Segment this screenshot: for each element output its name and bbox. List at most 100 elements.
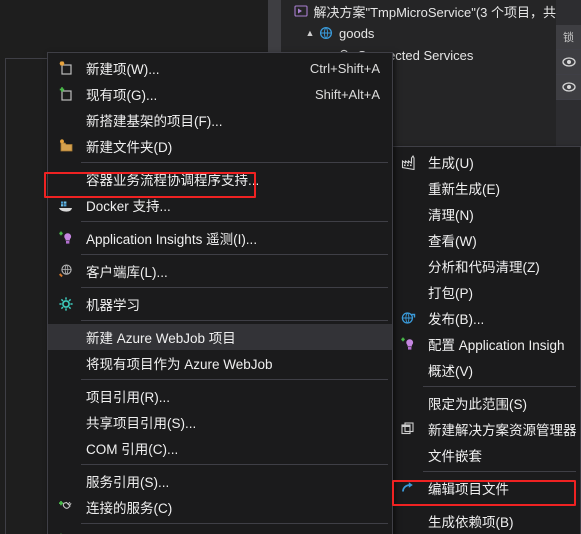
menu-item[interactable]: 限定为此范围(S)	[390, 390, 580, 416]
menu-item[interactable]: 清理(N)	[390, 201, 580, 227]
menu-separator	[81, 287, 388, 288]
menu-separator	[81, 221, 388, 222]
docker-icon	[52, 197, 80, 213]
existing-item-icon	[59, 87, 72, 101]
client-library-icon	[59, 264, 72, 278]
menu-item[interactable]: Application Insights 遥测(I)...	[48, 225, 392, 251]
menu-item-label: 发布(B)...	[428, 312, 485, 327]
project-context-menu[interactable]: 生成(U) 重新生成(E) 清理(N) 查看(W) 分析和代码清理(Z) 打包(P) 发布(…	[389, 146, 581, 534]
menu-item[interactable]: COM 引用(C)...	[48, 435, 392, 461]
menu-item-label: 概述(V)	[428, 364, 473, 379]
tree-item[interactable]: 解决方案"TmpMicroService"(3 个项目，共	[281, 0, 556, 22]
menu-item[interactable]: 查看(W)	[390, 227, 580, 253]
menu-item-label: COM 引用(C)...	[86, 442, 179, 457]
menu-item-label: 连接的服务(C)	[86, 501, 173, 516]
expander-icon[interactable]: ▲	[303, 28, 317, 38]
menu-item[interactable]: 生成(U)	[390, 149, 580, 175]
rail-item-eye-2[interactable]	[556, 75, 581, 100]
menu-item-label: 分析和代码清理(Z)	[428, 260, 540, 275]
menu-item-label: 新建文件夹(D)	[86, 140, 173, 155]
menu-item-label: 现有项(G)...	[86, 88, 158, 103]
menu-item-label: 客户端库(L)...	[86, 265, 168, 280]
menu-item[interactable]: 分析和代码清理(Z)	[390, 253, 580, 279]
app-insights-icon	[401, 337, 414, 350]
new-folder-icon	[60, 139, 73, 152]
menu-item[interactable]: 共享项目引用(S)...	[48, 409, 392, 435]
menu-separator	[81, 254, 388, 255]
tree-item-label: 解决方案"TmpMicroService"(3 个项目，共	[313, 4, 556, 20]
menu-item-label: 新建项(W)...	[86, 62, 160, 77]
menu-item-label: 编辑项目文件	[428, 482, 509, 497]
new-item-icon	[52, 60, 80, 76]
edit-project-icon	[402, 482, 413, 492]
machine-learning-icon	[59, 297, 73, 311]
menu-item-accelerator: Ctrl+Shift+A	[309, 60, 380, 76]
menu-separator	[81, 320, 388, 321]
menu-separator	[423, 471, 576, 472]
menu-item[interactable]: 项目引用(R)...	[48, 383, 392, 409]
menu-item-label: 文件嵌套	[428, 449, 482, 464]
menu-item-label: 新建 Azure WebJob 项目	[86, 331, 236, 346]
app-insights-icon	[394, 336, 422, 352]
menu-item[interactable]: 机器学习	[48, 291, 392, 317]
existing-item-icon	[52, 86, 80, 102]
visual-studio-window: 解决方案"TmpMicroService"(3 个项目，共 ▲ goods Conne…	[0, 0, 581, 534]
menu-item[interactable]: 打包(P)	[390, 279, 580, 305]
menu-item-label: 新搭建基架的项目(F)...	[86, 114, 223, 129]
menu-item[interactable]: 现有项(G)... Shift+Alt+A	[48, 81, 392, 107]
tree-item[interactable]: ▲ goods	[281, 22, 556, 44]
menu-item-label: 重新生成(E)	[428, 182, 500, 197]
menu-item[interactable]: 文件嵌套	[390, 442, 580, 468]
eye-icon	[561, 57, 576, 67]
menu-item[interactable]: Docker 支持...	[48, 192, 392, 218]
menu-item-label: 项目引用(R)...	[86, 390, 170, 405]
menu-item[interactable]: 新建文件夹(D)	[48, 133, 392, 159]
menu-item[interactable]: 概述(V)	[390, 357, 580, 383]
menu-item[interactable]: 客户端库(L)...	[48, 258, 392, 284]
new-folder-icon	[52, 138, 80, 154]
menu-item[interactable]: 重新生成(E)	[390, 175, 580, 201]
menu-item[interactable]: 发布(B)...	[390, 305, 580, 331]
connected-service-icon	[59, 501, 72, 509]
menu-item[interactable]: 连接的服务(C)	[48, 494, 392, 520]
menu-item[interactable]: 编辑项目文件	[390, 475, 580, 501]
menu-item-label: 容器业务流程协调程序支持...	[86, 173, 260, 188]
tree-item-label: goods	[339, 25, 375, 41]
client-library-icon	[52, 263, 80, 279]
menu-item[interactable]: 新建项(W)... Ctrl+Shift+A	[48, 55, 392, 81]
menu-item-label: 配置 Application Insigh	[428, 338, 565, 353]
menu-item-label: Docker 支持...	[86, 199, 171, 214]
menu-item[interactable]: 将现有项目作为 Azure WebJob	[48, 350, 392, 376]
menu-separator	[81, 379, 388, 380]
edit-project-icon	[394, 480, 422, 496]
rail-item-eye-1[interactable]	[556, 50, 581, 75]
menu-item[interactable]: 配置 Application Insigh	[390, 331, 580, 357]
menu-separator	[423, 504, 576, 505]
menu-item-label: 打包(P)	[428, 286, 473, 301]
menu-item-label: 查看(W)	[428, 234, 477, 249]
menu-item[interactable]: 类(C)...	[48, 527, 392, 534]
menu-item[interactable]: 服务引用(S)...	[48, 468, 392, 494]
app-insights-icon	[52, 230, 80, 246]
menu-item[interactable]: 新搭建基架的项目(F)...	[48, 107, 392, 133]
menu-item[interactable]: 容器业务流程协调程序支持...	[48, 166, 392, 192]
menu-item-label: 限定为此范围(S)	[428, 397, 527, 412]
menu-item-label: 共享项目引用(S)...	[86, 416, 197, 431]
add-submenu[interactable]: 新建项(W)... Ctrl+Shift+A 现有项(G)... Shift+Alt+…	[47, 52, 393, 534]
menu-separator	[81, 523, 388, 524]
menu-item-label: 生成(U)	[428, 156, 474, 171]
menu-separator	[81, 464, 388, 465]
menu-separator	[423, 386, 576, 387]
menu-item-label: 类(C)...	[80, 530, 380, 534]
menu-item[interactable]: 新建 Azure WebJob 项目	[48, 324, 392, 350]
menu-item-label: 将现有项目作为 Azure WebJob	[86, 357, 273, 372]
web-project-icon	[319, 26, 333, 40]
new-item-icon	[59, 61, 72, 75]
menu-item-accelerator: Shift+Alt+A	[314, 86, 380, 102]
menu-item[interactable]: 新建解决方案资源管理器	[390, 416, 580, 442]
solution-icon	[294, 5, 309, 17]
solution-icon	[293, 3, 309, 19]
menu-item[interactable]: 生成依赖项(B)	[390, 508, 580, 534]
rail-item-lock[interactable]: 锁	[556, 25, 581, 50]
machine-learning-icon	[52, 296, 80, 312]
